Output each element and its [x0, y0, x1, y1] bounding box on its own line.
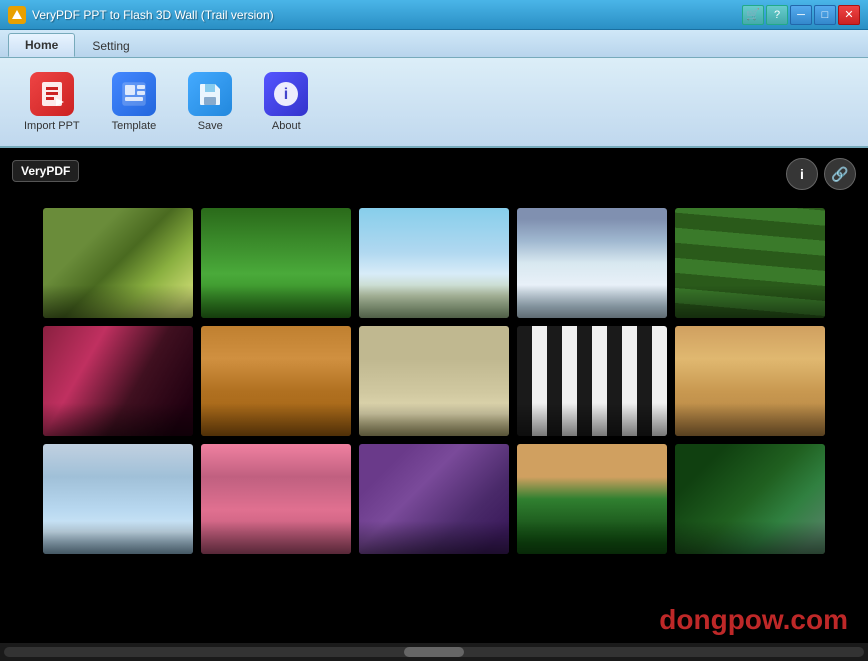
- template-label: Template: [112, 120, 157, 132]
- list-item[interactable]: [43, 326, 193, 436]
- verypdf-logo: VeryPDF: [12, 160, 79, 182]
- window-controls: 🛒 ? ─ □ ✕: [742, 5, 860, 25]
- list-item[interactable]: [201, 208, 351, 318]
- list-item[interactable]: [517, 444, 667, 554]
- svg-text:i: i: [284, 86, 288, 103]
- scrollbar-thumb[interactable]: [404, 647, 464, 657]
- list-item[interactable]: [201, 326, 351, 436]
- import-ppt-button[interactable]: Import PPT: [16, 68, 88, 136]
- import-icon: [30, 72, 74, 116]
- about-icon: i: [264, 72, 308, 116]
- about-label: About: [272, 120, 301, 132]
- list-item[interactable]: [517, 326, 667, 436]
- save-label: Save: [198, 120, 223, 132]
- list-item[interactable]: [675, 208, 825, 318]
- save-button[interactable]: Save: [180, 68, 240, 136]
- app-icon: [8, 6, 26, 24]
- list-item[interactable]: [201, 444, 351, 554]
- list-item[interactable]: [675, 326, 825, 436]
- image-grid: [43, 208, 825, 554]
- list-item[interactable]: [43, 444, 193, 554]
- title-bar: VeryPDF PPT to Flash 3D Wall (Trail vers…: [0, 0, 868, 30]
- scrollbar[interactable]: [0, 643, 868, 661]
- list-item[interactable]: [517, 208, 667, 318]
- top-right-buttons: i 🔗: [786, 158, 856, 190]
- list-item[interactable]: [359, 326, 509, 436]
- about-button[interactable]: i About: [256, 68, 316, 136]
- save-icon: [188, 72, 232, 116]
- tab-setting[interactable]: Setting: [75, 34, 146, 57]
- close-button[interactable]: ✕: [838, 5, 860, 25]
- template-icon: [112, 72, 156, 116]
- list-item[interactable]: [43, 208, 193, 318]
- info-circle-button[interactable]: i: [786, 158, 818, 190]
- maximize-button[interactable]: □: [814, 5, 836, 25]
- list-item[interactable]: [675, 444, 825, 554]
- help-button[interactable]: ?: [766, 5, 788, 25]
- shop-button[interactable]: 🛒: [742, 5, 764, 25]
- list-item[interactable]: [359, 208, 509, 318]
- ribbon-tabs: Home Setting: [0, 30, 868, 58]
- tab-home[interactable]: Home: [8, 33, 75, 57]
- main-content: VeryPDF i 🔗 dongpow.com: [0, 148, 868, 661]
- minimize-button[interactable]: ─: [790, 5, 812, 25]
- template-button[interactable]: Template: [104, 68, 165, 136]
- watermark: dongpow.com: [659, 604, 848, 636]
- import-ppt-label: Import PPT: [24, 120, 80, 132]
- list-item[interactable]: [359, 444, 509, 554]
- link-circle-button[interactable]: 🔗: [824, 158, 856, 190]
- app-title: VeryPDF PPT to Flash 3D Wall (Trail vers…: [32, 8, 736, 22]
- ribbon-toolbar: Import PPT Template Save: [0, 58, 868, 148]
- scrollbar-track[interactable]: [4, 647, 864, 657]
